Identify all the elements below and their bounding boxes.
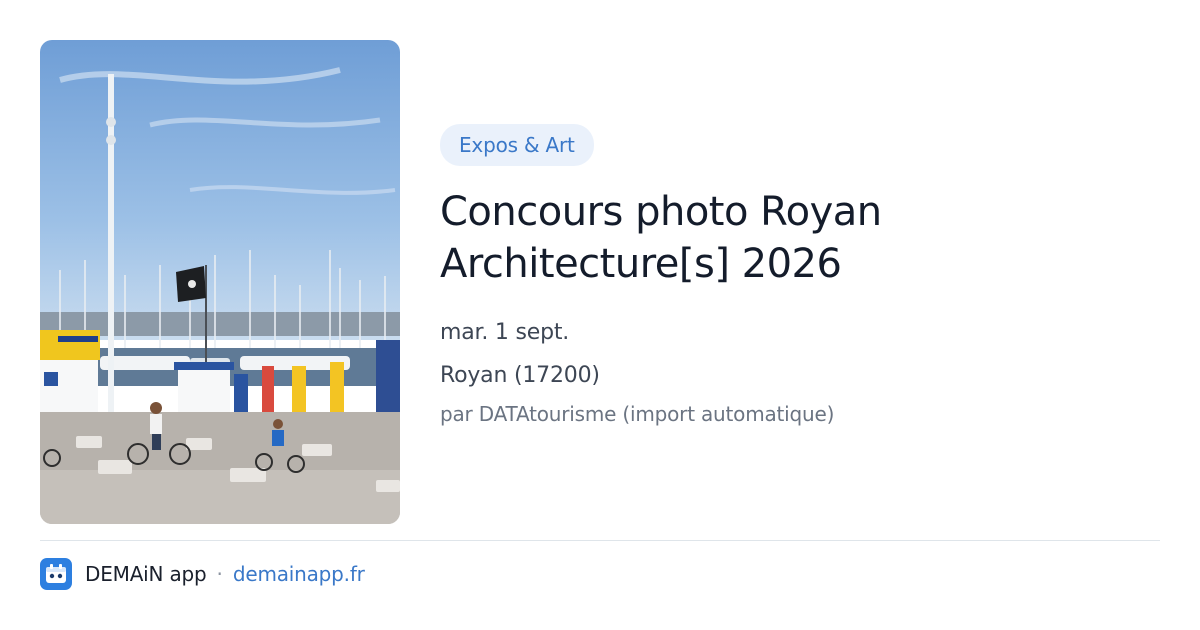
- footer: DEMAiN app · demainapp.fr: [40, 557, 365, 591]
- app-name: DEMAiN app: [85, 562, 207, 586]
- event-location: Royan (17200): [440, 363, 600, 388]
- footer-separator: ·: [216, 562, 223, 586]
- app-website-link[interactable]: demainapp.fr: [233, 562, 365, 586]
- footer-divider: [40, 540, 1160, 541]
- event-title-line-1: Concours photo Royan: [440, 189, 882, 235]
- event-details: Expos & Art Concours photo Royan Architec…: [440, 124, 1160, 426]
- harbor-photo: [40, 40, 400, 524]
- category-badge[interactable]: Expos & Art: [440, 124, 594, 166]
- event-title: Concours photo Royan Architecture[s] 2026: [440, 186, 1160, 290]
- event-photo: [40, 40, 400, 524]
- demain-app-logo-icon: [40, 558, 72, 590]
- event-author: par DATAtourisme (import automatique): [440, 402, 835, 426]
- event-date: mar. 1 sept.: [440, 320, 570, 345]
- event-title-line-2: Architecture[s] 2026: [440, 241, 842, 287]
